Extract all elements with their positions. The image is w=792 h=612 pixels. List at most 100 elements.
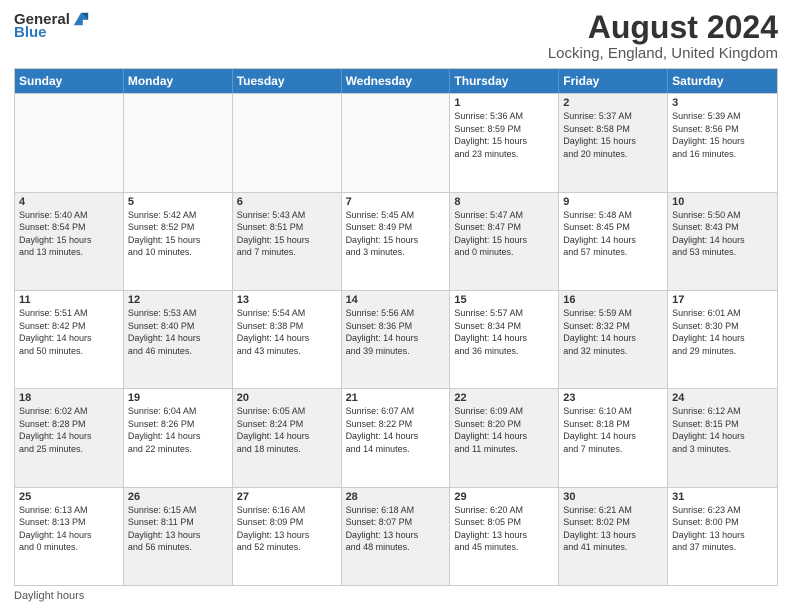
cal-cell-11: 11Sunrise: 5:51 AM Sunset: 8:42 PM Dayli…: [15, 291, 124, 388]
cal-cell-9: 9Sunrise: 5:48 AM Sunset: 8:45 PM Daylig…: [559, 193, 668, 290]
day-number: 29: [454, 491, 554, 503]
cal-cell-19: 19Sunrise: 6:04 AM Sunset: 8:26 PM Dayli…: [124, 389, 233, 486]
cal-cell-25: 25Sunrise: 6:13 AM Sunset: 8:13 PM Dayli…: [15, 488, 124, 585]
cell-info: Sunrise: 6:10 AM Sunset: 8:18 PM Dayligh…: [563, 405, 663, 455]
cell-info: Sunrise: 6:23 AM Sunset: 8:00 PM Dayligh…: [672, 504, 773, 554]
cell-info: Sunrise: 6:20 AM Sunset: 8:05 PM Dayligh…: [454, 504, 554, 554]
cal-header-saturday: Saturday: [668, 69, 777, 93]
day-number: 5: [128, 196, 228, 208]
cell-info: Sunrise: 5:50 AM Sunset: 8:43 PM Dayligh…: [672, 209, 773, 259]
cell-info: Sunrise: 6:01 AM Sunset: 8:30 PM Dayligh…: [672, 307, 773, 357]
day-number: 4: [19, 196, 119, 208]
cal-cell-26: 26Sunrise: 6:15 AM Sunset: 8:11 PM Dayli…: [124, 488, 233, 585]
cell-info: Sunrise: 6:05 AM Sunset: 8:24 PM Dayligh…: [237, 405, 337, 455]
cell-info: Sunrise: 5:39 AM Sunset: 8:56 PM Dayligh…: [672, 110, 773, 160]
cell-info: Sunrise: 5:47 AM Sunset: 8:47 PM Dayligh…: [454, 209, 554, 259]
cell-info: Sunrise: 5:56 AM Sunset: 8:36 PM Dayligh…: [346, 307, 446, 357]
cal-cell-13: 13Sunrise: 5:54 AM Sunset: 8:38 PM Dayli…: [233, 291, 342, 388]
day-number: 30: [563, 491, 663, 503]
month-year: August 2024: [548, 10, 778, 45]
cal-header-sunday: Sunday: [15, 69, 124, 93]
day-number: 3: [672, 97, 773, 109]
main-container: General Blue August 2024 Locking, Englan…: [0, 0, 792, 612]
day-number: 14: [346, 294, 446, 306]
day-number: 13: [237, 294, 337, 306]
cal-cell-6: 6Sunrise: 5:43 AM Sunset: 8:51 PM Daylig…: [233, 193, 342, 290]
day-number: 16: [563, 294, 663, 306]
day-number: 11: [19, 294, 119, 306]
day-number: 25: [19, 491, 119, 503]
day-number: 23: [563, 392, 663, 404]
cal-cell-22: 22Sunrise: 6:09 AM Sunset: 8:20 PM Dayli…: [450, 389, 559, 486]
cal-header-wednesday: Wednesday: [342, 69, 451, 93]
cell-info: Sunrise: 5:53 AM Sunset: 8:40 PM Dayligh…: [128, 307, 228, 357]
day-number: 31: [672, 491, 773, 503]
cal-cell-23: 23Sunrise: 6:10 AM Sunset: 8:18 PM Dayli…: [559, 389, 668, 486]
cell-info: Sunrise: 6:02 AM Sunset: 8:28 PM Dayligh…: [19, 405, 119, 455]
logo-blue: Blue: [14, 24, 47, 41]
day-number: 17: [672, 294, 773, 306]
day-number: 21: [346, 392, 446, 404]
day-number: 12: [128, 294, 228, 306]
footer-note: Daylight hours: [14, 590, 778, 602]
cal-cell-30: 30Sunrise: 6:21 AM Sunset: 8:02 PM Dayli…: [559, 488, 668, 585]
cell-info: Sunrise: 5:36 AM Sunset: 8:59 PM Dayligh…: [454, 110, 554, 160]
day-number: 27: [237, 491, 337, 503]
cal-row-2: 11Sunrise: 5:51 AM Sunset: 8:42 PM Dayli…: [15, 290, 777, 388]
day-number: 6: [237, 196, 337, 208]
calendar-header: SundayMondayTuesdayWednesdayThursdayFrid…: [15, 69, 777, 93]
cell-info: Sunrise: 6:09 AM Sunset: 8:20 PM Dayligh…: [454, 405, 554, 455]
cal-cell-14: 14Sunrise: 5:56 AM Sunset: 8:36 PM Dayli…: [342, 291, 451, 388]
cal-cell-24: 24Sunrise: 6:12 AM Sunset: 8:15 PM Dayli…: [668, 389, 777, 486]
cell-info: Sunrise: 5:40 AM Sunset: 8:54 PM Dayligh…: [19, 209, 119, 259]
cal-cell-31: 31Sunrise: 6:23 AM Sunset: 8:00 PM Dayli…: [668, 488, 777, 585]
cal-row-3: 18Sunrise: 6:02 AM Sunset: 8:28 PM Dayli…: [15, 388, 777, 486]
cal-cell-20: 20Sunrise: 6:05 AM Sunset: 8:24 PM Dayli…: [233, 389, 342, 486]
day-number: 2: [563, 97, 663, 109]
cell-info: Sunrise: 5:37 AM Sunset: 8:58 PM Dayligh…: [563, 110, 663, 160]
cal-header-friday: Friday: [559, 69, 668, 93]
cell-info: Sunrise: 6:18 AM Sunset: 8:07 PM Dayligh…: [346, 504, 446, 554]
cal-row-4: 25Sunrise: 6:13 AM Sunset: 8:13 PM Dayli…: [15, 487, 777, 585]
day-number: 20: [237, 392, 337, 404]
day-number: 19: [128, 392, 228, 404]
cell-info: Sunrise: 5:59 AM Sunset: 8:32 PM Dayligh…: [563, 307, 663, 357]
cell-info: Sunrise: 6:21 AM Sunset: 8:02 PM Dayligh…: [563, 504, 663, 554]
cal-cell-empty: [15, 94, 124, 191]
cal-cell-12: 12Sunrise: 5:53 AM Sunset: 8:40 PM Dayli…: [124, 291, 233, 388]
cal-cell-29: 29Sunrise: 6:20 AM Sunset: 8:05 PM Dayli…: [450, 488, 559, 585]
day-number: 10: [672, 196, 773, 208]
cell-info: Sunrise: 6:16 AM Sunset: 8:09 PM Dayligh…: [237, 504, 337, 554]
cal-cell-17: 17Sunrise: 6:01 AM Sunset: 8:30 PM Dayli…: [668, 291, 777, 388]
cal-cell-21: 21Sunrise: 6:07 AM Sunset: 8:22 PM Dayli…: [342, 389, 451, 486]
day-number: 1: [454, 97, 554, 109]
location: Locking, England, United Kingdom: [548, 45, 778, 62]
cal-cell-8: 8Sunrise: 5:47 AM Sunset: 8:47 PM Daylig…: [450, 193, 559, 290]
cal-cell-empty: [233, 94, 342, 191]
cal-cell-empty: [124, 94, 233, 191]
logo-icon: [72, 10, 90, 28]
calendar-body: 1Sunrise: 5:36 AM Sunset: 8:59 PM Daylig…: [15, 93, 777, 585]
cal-cell-27: 27Sunrise: 6:16 AM Sunset: 8:09 PM Dayli…: [233, 488, 342, 585]
cal-cell-10: 10Sunrise: 5:50 AM Sunset: 8:43 PM Dayli…: [668, 193, 777, 290]
cell-info: Sunrise: 5:51 AM Sunset: 8:42 PM Dayligh…: [19, 307, 119, 357]
cal-cell-16: 16Sunrise: 5:59 AM Sunset: 8:32 PM Dayli…: [559, 291, 668, 388]
cal-row-0: 1Sunrise: 5:36 AM Sunset: 8:59 PM Daylig…: [15, 93, 777, 191]
day-number: 7: [346, 196, 446, 208]
cell-info: Sunrise: 5:43 AM Sunset: 8:51 PM Dayligh…: [237, 209, 337, 259]
title-block: August 2024 Locking, England, United Kin…: [548, 10, 778, 62]
cell-info: Sunrise: 5:54 AM Sunset: 8:38 PM Dayligh…: [237, 307, 337, 357]
header: General Blue August 2024 Locking, Englan…: [14, 10, 778, 62]
cal-header-tuesday: Tuesday: [233, 69, 342, 93]
logo: General Blue: [14, 10, 90, 41]
day-number: 18: [19, 392, 119, 404]
cal-cell-18: 18Sunrise: 6:02 AM Sunset: 8:28 PM Dayli…: [15, 389, 124, 486]
day-number: 28: [346, 491, 446, 503]
cal-header-monday: Monday: [124, 69, 233, 93]
calendar: SundayMondayTuesdayWednesdayThursdayFrid…: [14, 68, 778, 586]
cal-header-thursday: Thursday: [450, 69, 559, 93]
cell-info: Sunrise: 6:13 AM Sunset: 8:13 PM Dayligh…: [19, 504, 119, 554]
day-number: 26: [128, 491, 228, 503]
cell-info: Sunrise: 5:57 AM Sunset: 8:34 PM Dayligh…: [454, 307, 554, 357]
day-number: 15: [454, 294, 554, 306]
